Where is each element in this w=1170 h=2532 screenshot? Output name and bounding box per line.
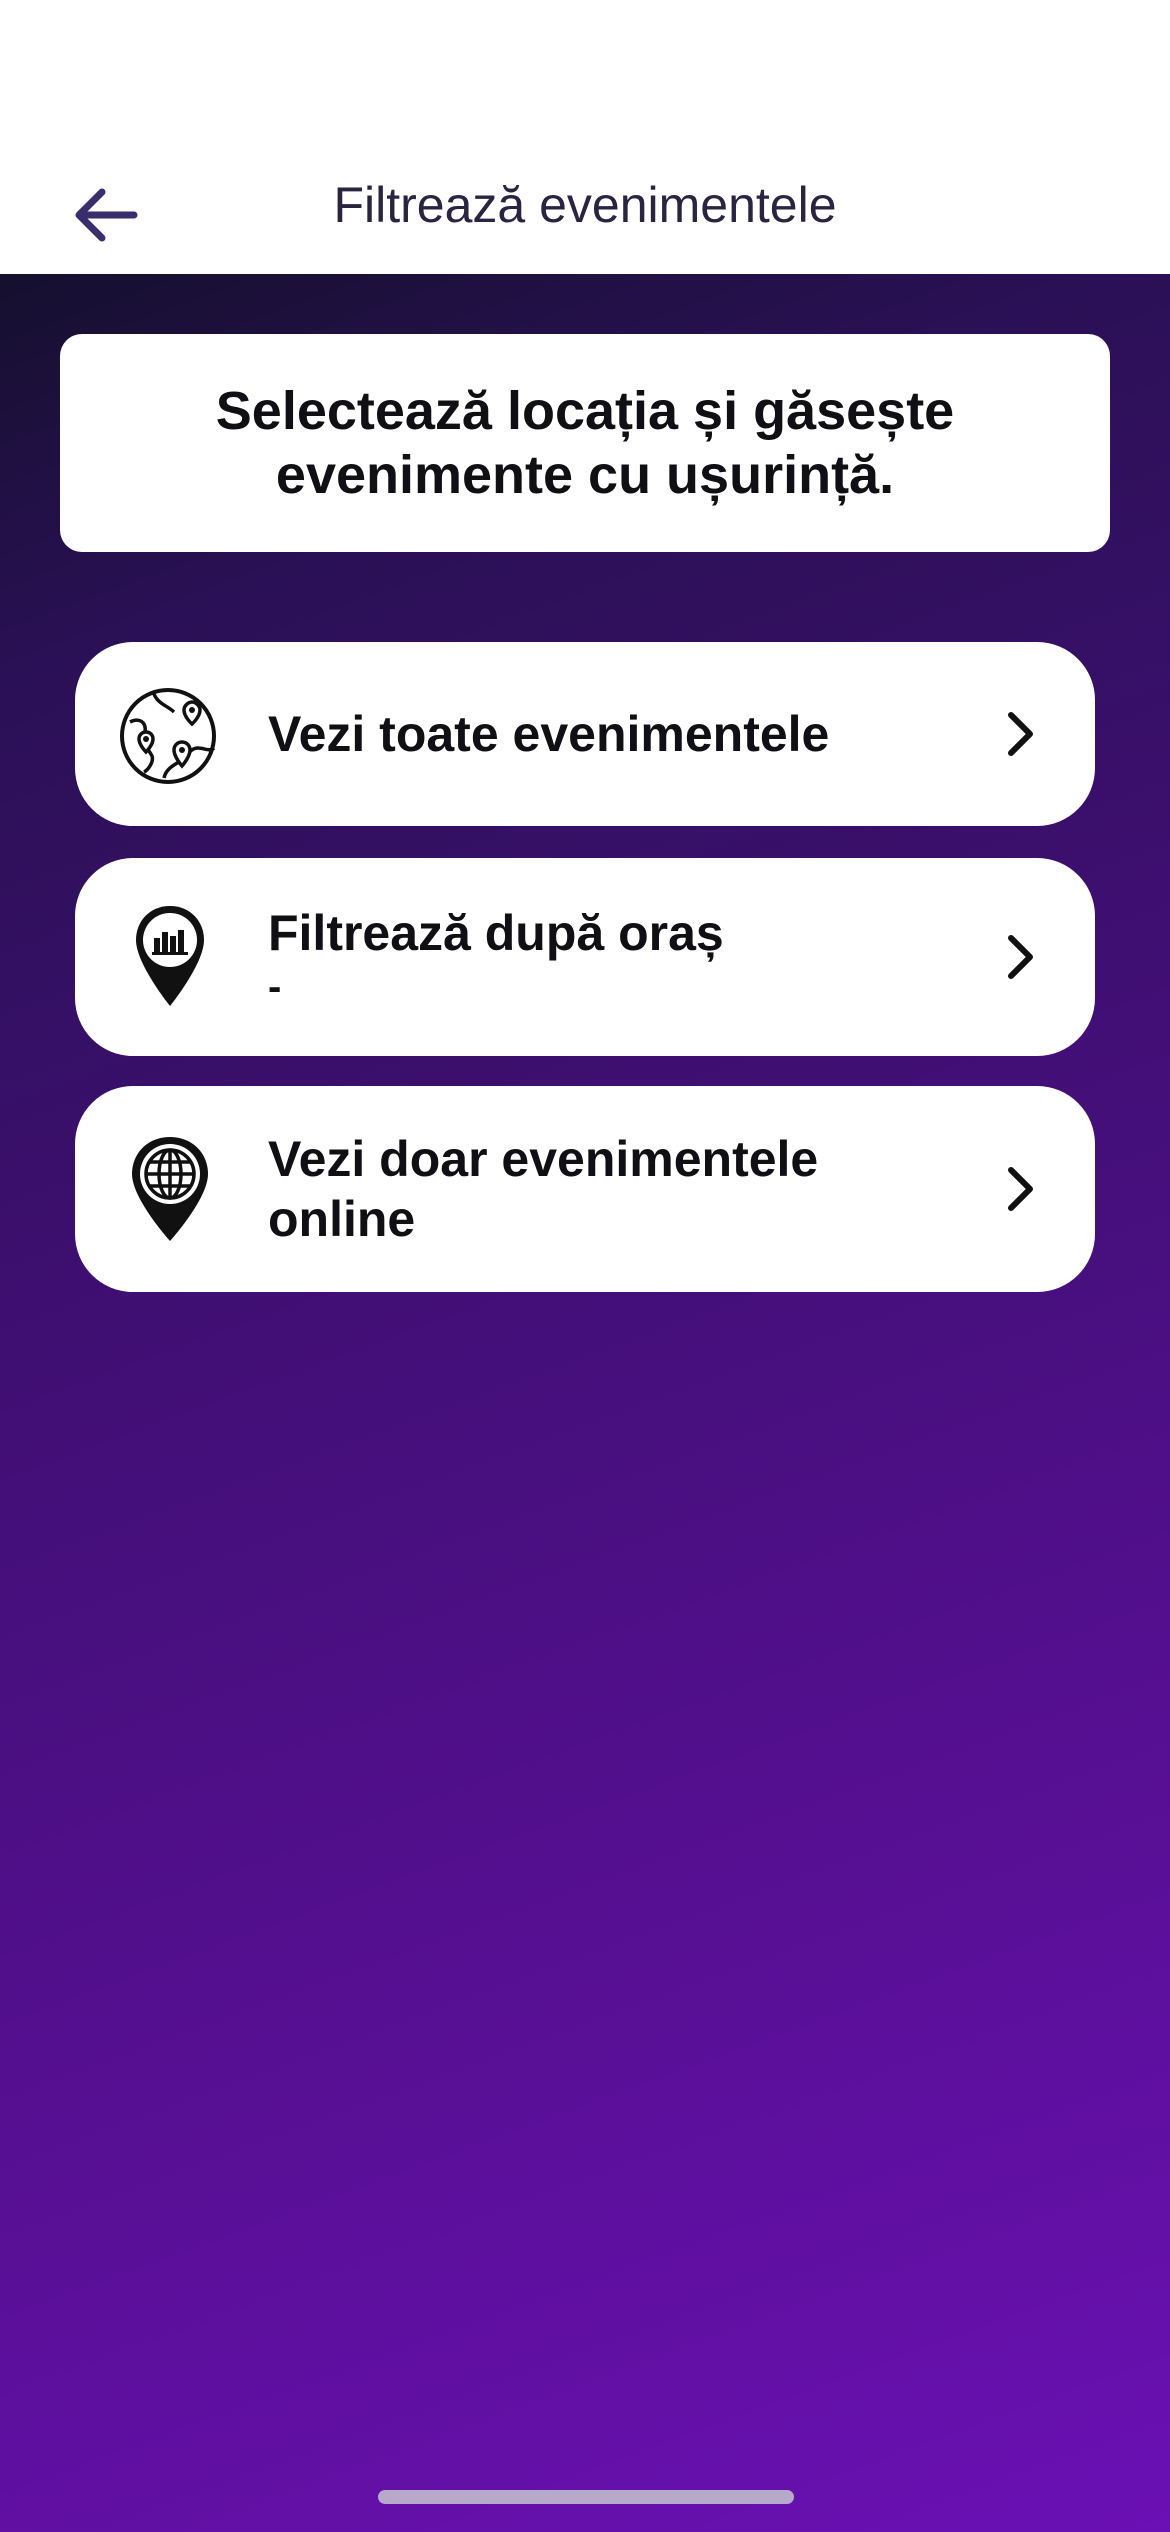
selected-city-value: - xyxy=(268,965,282,1009)
globe-pin-icon xyxy=(115,1134,225,1244)
option-label: Vezi doar evenimentele online xyxy=(268,1131,819,1247)
intro-text: Selectează locația și găsește evenimente… xyxy=(215,381,955,505)
option-label: Filtrează după oraș xyxy=(268,905,724,961)
option-all-events[interactable]: Vezi toate evenimentele xyxy=(75,642,1095,826)
intro-card: Selectează locația și găsește evenimente… xyxy=(60,334,1110,552)
option-all-events-text: Vezi toate evenimentele xyxy=(268,642,965,826)
chevron-right-icon xyxy=(995,927,1045,987)
option-filter-by-city-text: Filtrează după oraș - xyxy=(268,858,965,1056)
chevron-right-icon xyxy=(995,1159,1045,1219)
top-bar: Filtrează evenimentele xyxy=(0,0,1170,274)
option-online-events-text: Vezi doar evenimentele online xyxy=(268,1086,965,1292)
option-label: Vezi toate evenimentele xyxy=(268,706,830,762)
option-filter-by-city[interactable]: Filtrează după oraș - xyxy=(75,858,1095,1056)
main-content: Selectează locația și găsește evenimente… xyxy=(0,274,1170,2532)
globe-pins-icon xyxy=(115,679,225,789)
city-pin-icon xyxy=(115,902,225,1012)
page-title: Filtrează evenimentele xyxy=(333,177,837,233)
option-online-events[interactable]: Vezi doar evenimentele online xyxy=(75,1086,1095,1292)
home-indicator[interactable] xyxy=(378,2490,794,2504)
chevron-right-icon xyxy=(995,704,1045,764)
